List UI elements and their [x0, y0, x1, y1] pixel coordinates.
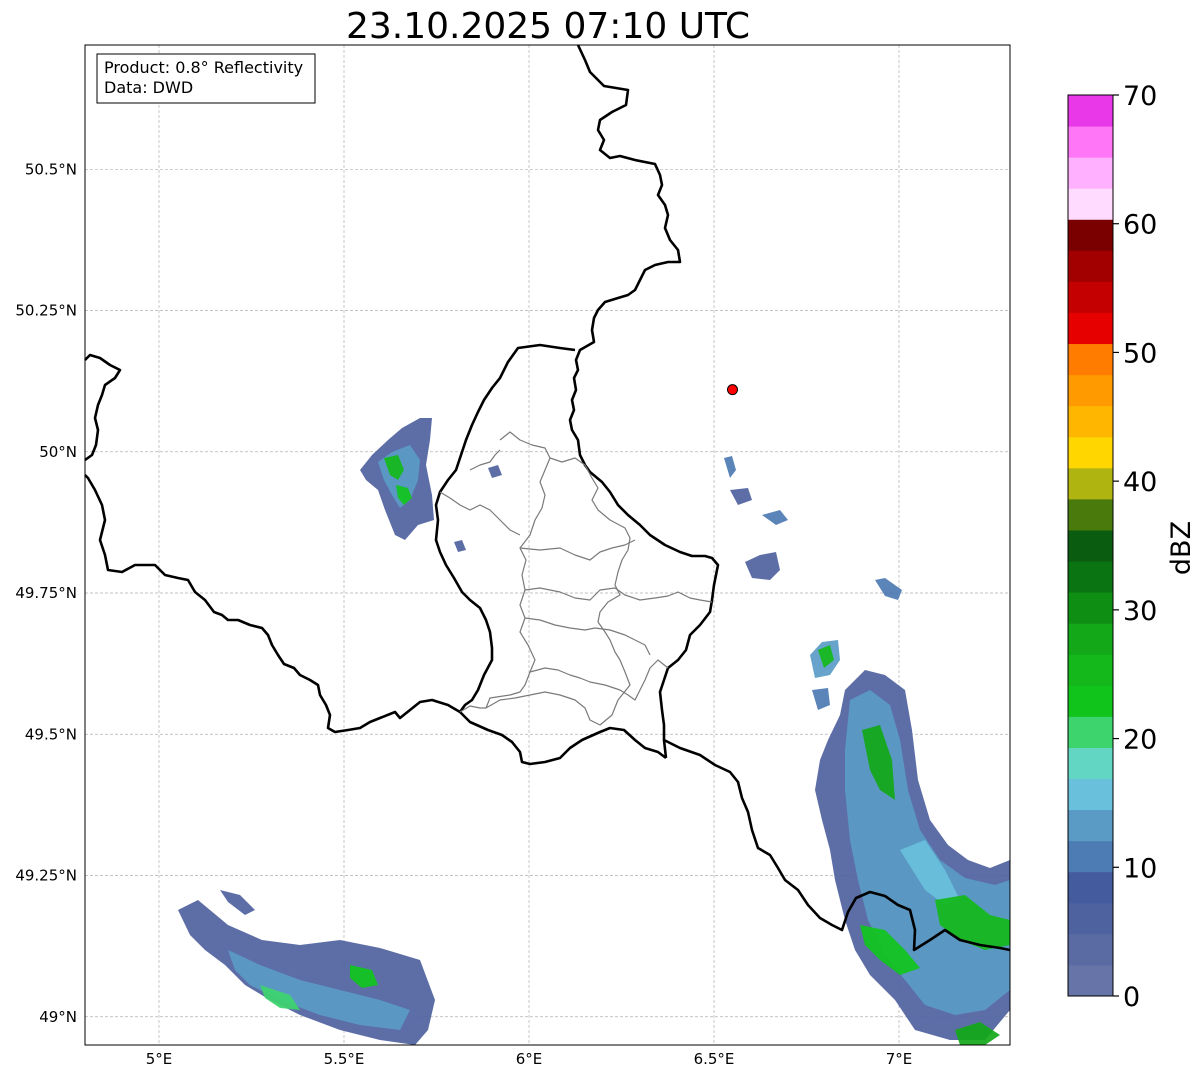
- colorbar: 0 10 20 30 40 50 60 70 dBZ: [1067, 81, 1197, 1013]
- colorbar-tick-label: 40: [1123, 467, 1157, 498]
- colorbar-bin: [1068, 405, 1113, 438]
- colorbar-tick-label: 70: [1123, 81, 1157, 112]
- lon-tick-label: 6.5°E: [694, 1050, 735, 1068]
- lon-tick-label: 5°E: [146, 1050, 173, 1068]
- colorbar-bin: [1068, 498, 1113, 531]
- latitude-tick-labels: 49°N 49.25°N 49.5°N 49.75°N 50°N 50.25°N 50.5°…: [15, 160, 77, 1025]
- lat-tick-label: 50°N: [39, 443, 77, 461]
- colorbar-bin: [1068, 964, 1113, 997]
- colorbar-bin: [1068, 840, 1113, 873]
- lat-tick-label: 49.25°N: [15, 867, 77, 885]
- colorbar-bin: [1068, 871, 1113, 904]
- colorbar-bin: [1068, 902, 1113, 935]
- colorbar-tick-label: 10: [1123, 853, 1157, 884]
- lat-tick-label: 50.5°N: [25, 160, 77, 178]
- radar-map-figure: 23.10.2025 07:10 UTC Product: 0.8° Refle…: [0, 0, 1202, 1081]
- colorbar-bin: [1068, 685, 1113, 717]
- colorbar-bin: [1068, 126, 1113, 158]
- colorbar-bin: [1068, 778, 1113, 811]
- colorbar-bin: [1068, 933, 1113, 966]
- map-panel: Product: 0.8° Reflectivity Data: DWD 5°E…: [15, 44, 1011, 1068]
- longitude-tick-labels: 5°E 5.5°E 6°E 6.5°E 7°E: [146, 1050, 913, 1068]
- colorbar-bin: [1068, 188, 1113, 220]
- colorbar-bin: [1068, 312, 1113, 345]
- colorbar-bin: [1068, 219, 1113, 251]
- colorbar-bin: [1068, 250, 1113, 282]
- figure-canvas: 23.10.2025 07:10 UTC Product: 0.8° Refle…: [15, 6, 1197, 1068]
- colorbar-bin: [1068, 716, 1113, 748]
- lon-tick-label: 7°E: [886, 1050, 913, 1068]
- colorbar-bin: [1068, 747, 1113, 780]
- lat-tick-label: 50.25°N: [15, 302, 77, 320]
- colorbar-tick-label: 20: [1123, 725, 1157, 756]
- colorbar-bin: [1068, 623, 1113, 655]
- info-box: Product: 0.8° Reflectivity Data: DWD: [96, 53, 316, 104]
- info-source: Data: DWD: [104, 78, 193, 97]
- colorbar-tick-label: 30: [1123, 596, 1157, 627]
- radar-site-marker: [727, 384, 738, 396]
- colorbar-tick-label: 0: [1123, 982, 1140, 1013]
- colorbar-bin: [1068, 529, 1113, 562]
- lon-tick-label: 5.5°E: [324, 1050, 365, 1068]
- colorbar-tick-label: 60: [1123, 210, 1157, 241]
- colorbar-bin: [1068, 592, 1113, 624]
- colorbar-label: dBZ: [1166, 521, 1197, 575]
- lat-tick-label: 49.5°N: [25, 725, 77, 743]
- colorbar-bin: [1068, 654, 1113, 686]
- colorbar-bin: [1068, 374, 1113, 407]
- lat-tick-label: 49°N: [39, 1008, 77, 1026]
- lon-tick-label: 6°E: [516, 1050, 543, 1068]
- colorbar-bin: [1068, 281, 1113, 313]
- colorbar-bin: [1068, 561, 1113, 593]
- colorbar-bin: [1068, 343, 1113, 376]
- colorbar-bin: [1068, 157, 1113, 189]
- colorbar-tick-label: 50: [1123, 338, 1157, 369]
- colorbar-ticks: 0 10 20 30 40 50 60 70: [1113, 81, 1157, 1013]
- info-product: Product: 0.8° Reflectivity: [104, 58, 303, 77]
- colorbar-bin: [1068, 436, 1113, 469]
- map-title: 23.10.2025 07:10 UTC: [346, 6, 750, 47]
- colorbar-bin: [1068, 809, 1113, 842]
- colorbar-bin: [1068, 467, 1113, 500]
- lat-tick-label: 49.75°N: [15, 584, 77, 602]
- colorbar-bin: [1068, 95, 1113, 127]
- colorbar-bins: [1068, 95, 1113, 997]
